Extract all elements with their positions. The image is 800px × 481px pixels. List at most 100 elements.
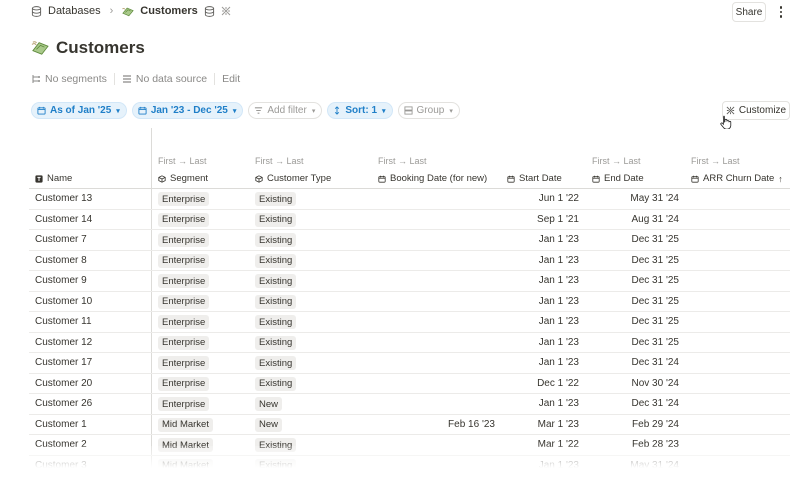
cell-start-date[interactable]: Jun 1 '22: [499, 193, 579, 204]
cell-name[interactable]: Customer 1: [35, 419, 87, 430]
column-header-booking-date[interactable]: Booking Date (for new): [378, 173, 487, 184]
table-row[interactable]: Customer 8 Enterprise Existing Jan 1 '23 Dec…: [29, 251, 790, 271]
cell-segment-tag[interactable]: Enterprise: [158, 294, 210, 309]
cell-customer-type-tag[interactable]: Existing: [255, 315, 297, 329]
cell-segment-tag[interactable]: Mid Market: [158, 417, 213, 432]
meta-row: No segments No data source Edit: [31, 73, 240, 85]
date-range-filter[interactable]: Jan '23 - Dec '25 ▾: [131, 102, 244, 119]
cell-name[interactable]: Customer 10: [35, 296, 92, 307]
cell-end-date[interactable]: Nov 30 '24: [595, 378, 680, 389]
cell-start-date[interactable]: Mar 1 '23: [499, 419, 579, 430]
cell-customer-type-tag[interactable]: Existing: [255, 294, 297, 309]
table-row[interactable]: Customer 13 Enterprise Existing Jun 1 '22 Ma…: [29, 189, 790, 210]
add-filter-button[interactable]: Add filter ▾: [248, 102, 323, 119]
cell-name[interactable]: Customer 11: [35, 316, 92, 327]
cell-name[interactable]: Customer 17: [35, 357, 92, 368]
cell-end-date[interactable]: Dec 31 '25: [595, 275, 680, 286]
cell-customer-type-tag[interactable]: Existing: [255, 253, 297, 268]
data-table: First → Last First → Last First → Last F…: [29, 128, 790, 468]
cell-customer-type-tag[interactable]: Existing: [255, 335, 297, 350]
column-header-segment[interactable]: Segment: [158, 173, 208, 184]
cell-end-date[interactable]: Dec 31 '24: [595, 357, 680, 368]
cell-name[interactable]: Customer 7: [35, 234, 87, 245]
breadcrumb-customers[interactable]: Customers: [140, 5, 197, 17]
cell-name[interactable]: Customer 8: [35, 255, 87, 266]
link-icon[interactable]: [221, 6, 231, 16]
table-row[interactable]: Customer 20 Enterprise Existing Dec 1 '22 No…: [29, 374, 790, 394]
column-header-start-date[interactable]: Start Date: [507, 173, 562, 184]
as-of-filter[interactable]: As of Jan '25 ▾: [31, 102, 127, 119]
cell-end-date[interactable]: Dec 31 '25: [595, 234, 680, 245]
cell-segment-tag[interactable]: Enterprise: [158, 356, 210, 370]
cell-segment-tag[interactable]: Enterprise: [158, 233, 210, 247]
cell-start-date[interactable]: Sep 1 '21: [499, 214, 579, 225]
edit-link[interactable]: Edit: [222, 73, 240, 85]
cell-name[interactable]: Customer 9: [35, 275, 87, 286]
table-row[interactable]: Customer 12 Enterprise Existing Jan 1 '23 De…: [29, 333, 790, 353]
cell-customer-type-tag[interactable]: Existing: [255, 192, 297, 206]
cell-customer-type-tag[interactable]: New: [255, 417, 283, 432]
cell-name[interactable]: Customer 12: [35, 337, 92, 348]
cell-start-date[interactable]: Jan 1 '23: [499, 337, 579, 348]
cell-customer-type-tag[interactable]: Existing: [255, 356, 297, 370]
table-row[interactable]: Customer 14 Enterprise Existing Sep 1 '21 Au…: [29, 210, 790, 230]
cell-segment-tag[interactable]: Enterprise: [158, 315, 210, 329]
cell-segment-tag[interactable]: Enterprise: [158, 192, 210, 206]
sort-ascending-icon[interactable]: ↑: [778, 174, 783, 184]
cell-name[interactable]: Customer 26: [35, 398, 92, 409]
filter-icon: [255, 107, 263, 114]
cell-start-date[interactable]: Jan 1 '23: [499, 275, 579, 286]
cell-segment-tag[interactable]: Enterprise: [158, 376, 210, 391]
page-title: Customers: [31, 38, 145, 58]
cell-segment-tag[interactable]: Enterprise: [158, 212, 210, 227]
cell-start-date[interactable]: Jan 1 '23: [499, 255, 579, 266]
cell-end-date[interactable]: Aug 31 '24: [595, 214, 679, 225]
cell-end-date[interactable]: Dec 31 '25: [595, 337, 680, 348]
table-row[interactable]: Customer 10 Enterprise Existing Jan 1 '23 De…: [29, 292, 790, 312]
column-header-customer-type[interactable]: Customer Type: [255, 173, 331, 184]
data-source-link[interactable]: No data source: [122, 73, 207, 85]
table-row[interactable]: Customer 1 Mid Market New Feb 16 '23 Mar 1 '…: [29, 415, 790, 435]
table-row[interactable]: Customer 7 Enterprise Existing Jan 1 '23 Dec…: [29, 230, 790, 251]
cell-customer-type-tag[interactable]: Existing: [255, 376, 297, 391]
table-row[interactable]: Customer 26 Enterprise New Jan 1 '23 Dec 31 …: [29, 394, 790, 415]
cell-segment-tag[interactable]: Enterprise: [158, 253, 210, 268]
cell-customer-type-tag[interactable]: Existing: [255, 212, 297, 227]
cell-end-date[interactable]: Dec 31 '24: [595, 398, 680, 409]
table-row[interactable]: Customer 11 Enterprise Existing Jan 1 '23 De…: [29, 312, 790, 333]
cell-end-date[interactable]: Dec 31 '25: [595, 316, 680, 327]
cell-end-date[interactable]: May 31 '24: [595, 193, 679, 204]
share-button[interactable]: Share: [732, 2, 766, 22]
segments-link[interactable]: No segments: [31, 73, 107, 85]
table-row[interactable]: Customer 9 Enterprise Existing Jan 1 '23 Dec…: [29, 271, 790, 292]
cell-name[interactable]: Customer 13: [35, 193, 92, 204]
cell-name[interactable]: Customer 14: [35, 214, 92, 225]
cell-customer-type-tag[interactable]: New: [255, 397, 283, 411]
more-options-icon[interactable]: [776, 4, 786, 20]
cell-segment-tag[interactable]: Enterprise: [158, 335, 210, 350]
cell-start-date[interactable]: Jan 1 '23: [499, 357, 579, 368]
breadcrumb-databases[interactable]: Databases: [48, 5, 101, 17]
cell-segment-tag[interactable]: Enterprise: [158, 397, 210, 411]
cell-start-date[interactable]: Jan 1 '23: [499, 234, 579, 245]
cell-end-date[interactable]: Feb 29 '24: [595, 419, 679, 430]
cell-start-date[interactable]: Jan 1 '23: [499, 316, 579, 327]
customize-button[interactable]: Customize: [722, 101, 790, 120]
cell-end-date[interactable]: Dec 31 '25: [595, 255, 680, 266]
cell-end-date[interactable]: Dec 31 '25: [595, 296, 680, 307]
cell-name[interactable]: Customer 20: [35, 378, 92, 389]
cell-customer-type-tag[interactable]: Existing: [255, 274, 297, 288]
column-header-end-date[interactable]: End Date: [592, 173, 644, 184]
column-header-end-date-label: End Date: [604, 173, 644, 184]
cell-start-date[interactable]: Jan 1 '23: [499, 398, 579, 409]
column-header-name[interactable]: Name: [35, 173, 72, 184]
cell-customer-type-tag[interactable]: Existing: [255, 233, 297, 247]
group-button[interactable]: Group ▾: [397, 102, 460, 119]
cell-start-date[interactable]: Dec 1 '22: [499, 378, 579, 389]
sort-button[interactable]: Sort: 1 ▾: [327, 102, 393, 119]
cell-start-date[interactable]: Jan 1 '23: [499, 296, 579, 307]
cell-booking-date[interactable]: Feb 16 '23: [409, 419, 495, 430]
column-header-churn-date[interactable]: ARR Churn Date ↑: [691, 173, 783, 184]
table-row[interactable]: Customer 17 Enterprise Existing Jan 1 '23 De…: [29, 353, 790, 374]
cell-segment-tag[interactable]: Enterprise: [158, 274, 210, 288]
